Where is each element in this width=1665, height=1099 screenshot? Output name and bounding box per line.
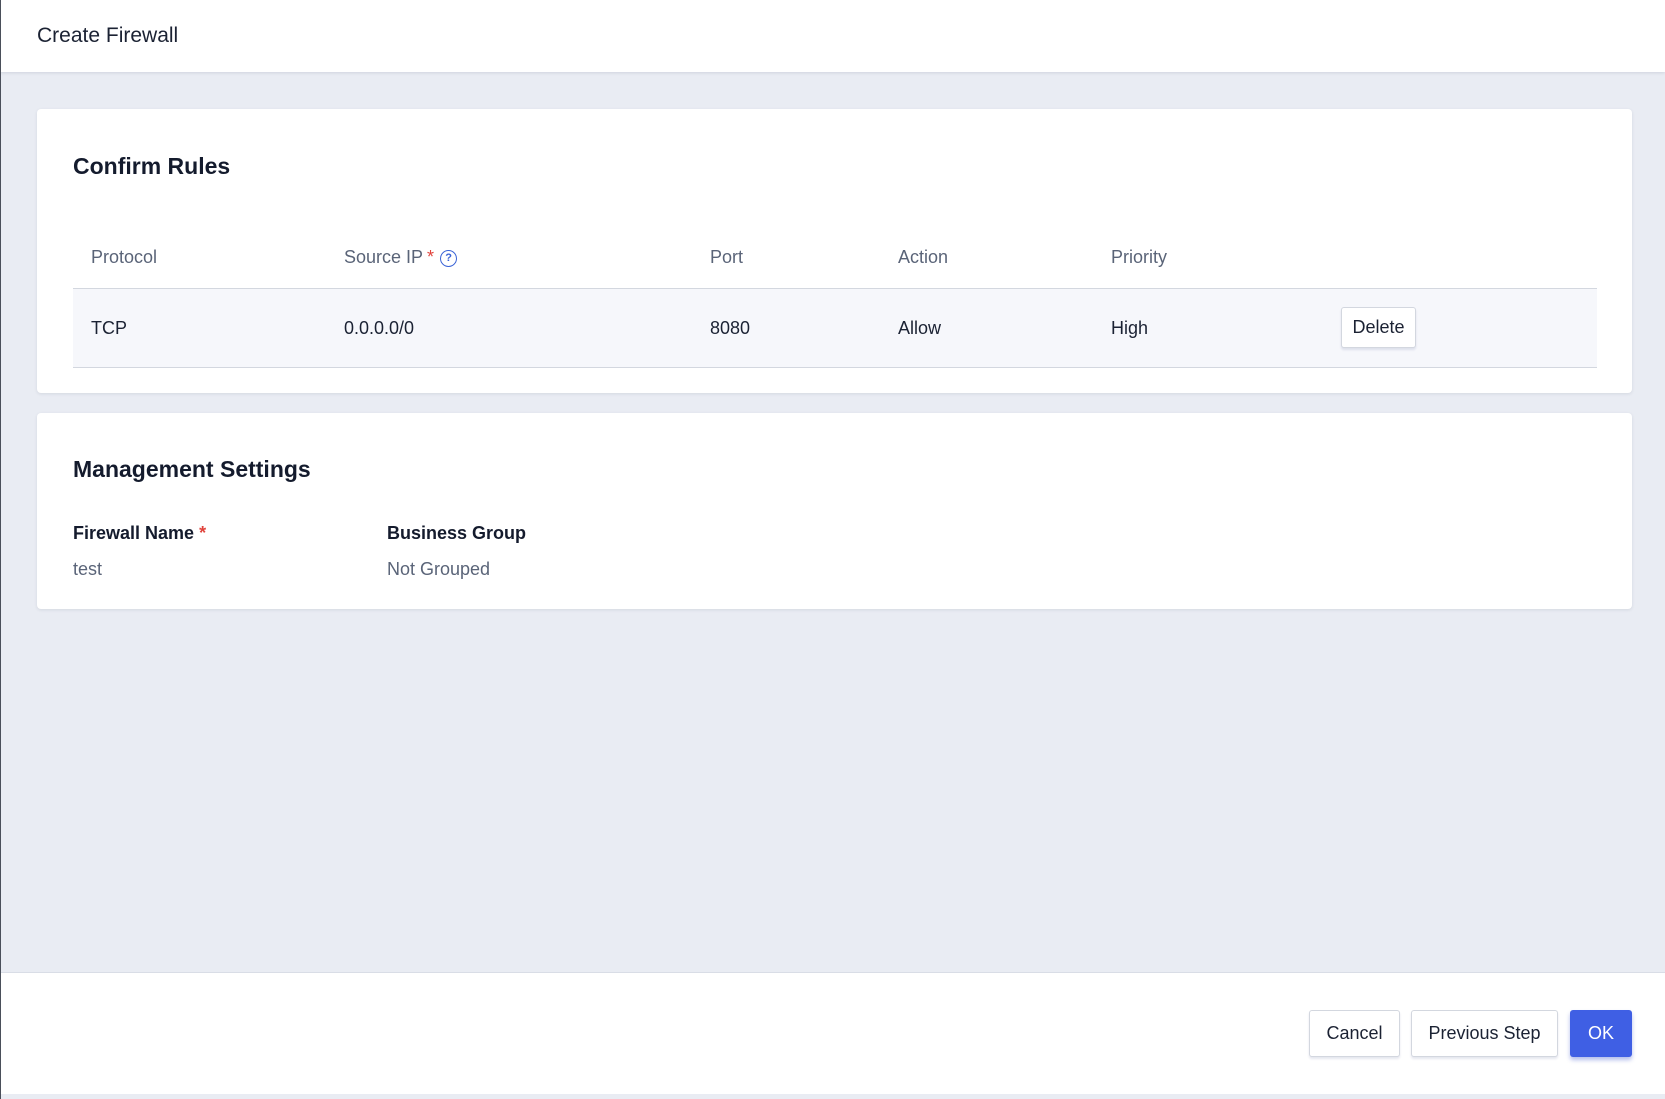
required-mark: * <box>199 523 207 543</box>
action-footer: Cancel Previous Step OK <box>0 972 1665 1094</box>
window-left-border <box>0 0 1 1099</box>
cell-source-ip: 0.0.0.0/0 <box>344 318 415 338</box>
confirm-rules-card: Confirm Rules Protocol Source IP *? Port … <box>37 109 1632 393</box>
firewall-name-label: Firewall Name * <box>73 521 206 545</box>
column-header-source-ip-label: Source IP <box>344 247 424 267</box>
cancel-button[interactable]: Cancel <box>1309 1010 1400 1057</box>
delete-rule-button[interactable]: Delete <box>1341 307 1416 348</box>
page-title: Create Firewall <box>37 24 179 47</box>
cell-action: Allow <box>898 318 942 338</box>
column-header-action: Action <box>898 247 949 267</box>
required-mark: * <box>427 247 435 267</box>
business-group-value: Not Grouped <box>387 559 491 579</box>
ok-button[interactable]: OK <box>1570 1010 1632 1057</box>
column-header-port: Port <box>710 247 744 267</box>
cell-protocol: TCP <box>91 318 127 338</box>
table-row: TCP 0.0.0.0/0 8080 Allow High Delete <box>73 289 1597 368</box>
firewall-name-label-text: Firewall Name <box>73 523 195 543</box>
rules-table: Protocol Source IP *? Port Action Priorit… <box>73 227 1597 368</box>
help-circle-icon[interactable]: ? <box>440 250 458 267</box>
cell-port: 8080 <box>710 318 751 338</box>
rules-table-header: Protocol Source IP *? Port Action Priorit… <box>73 227 1597 289</box>
column-header-source-ip: Source IP *? <box>344 245 458 269</box>
cell-priority: High <box>1111 318 1149 338</box>
column-header-priority: Priority <box>1111 247 1168 267</box>
confirm-rules-title: Confirm Rules <box>73 153 231 179</box>
footer-bottom-divider <box>0 1094 1665 1099</box>
previous-step-button[interactable]: Previous Step <box>1411 1010 1558 1057</box>
column-header-protocol: Protocol <box>91 247 158 267</box>
page-header: Create Firewall <box>0 0 1665 72</box>
management-settings-card: Management Settings Firewall Name * test … <box>37 413 1632 609</box>
business-group-label: Business Group <box>387 523 527 543</box>
firewall-name-value: test <box>73 559 103 579</box>
management-settings-title: Management Settings <box>73 456 311 482</box>
